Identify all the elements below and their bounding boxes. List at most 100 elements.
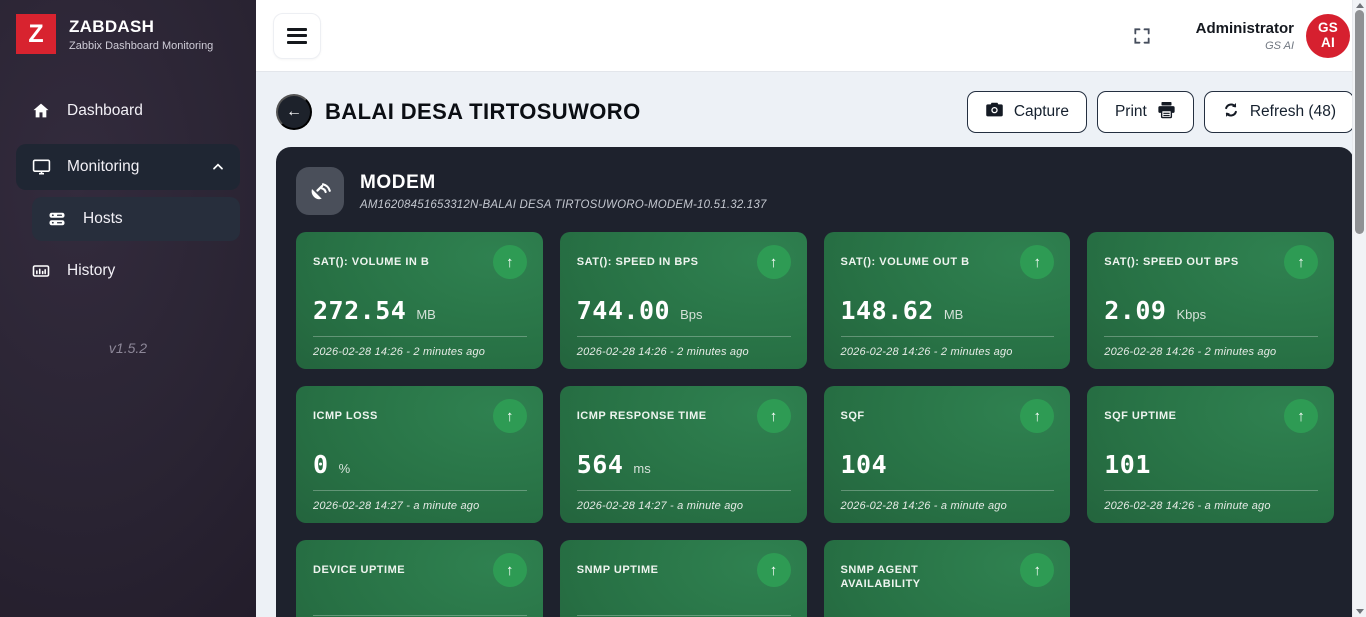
card-divider xyxy=(1104,336,1318,337)
satellite-dish-icon xyxy=(296,167,344,215)
metric-value: 104 xyxy=(840,450,888,479)
camera-icon xyxy=(985,101,1004,123)
metric-card: SAT(): VOLUME OUT B ↑ 148.62 MB 2026-02-… xyxy=(823,232,1071,369)
card-divider xyxy=(840,490,1055,491)
modem-panel: MODEM AM16208451653312N-BALAI DESA TIRTO… xyxy=(276,147,1354,617)
metric-card: SQF ↑ 104 2026-02-28 14:26 - a minute ag… xyxy=(823,386,1071,523)
monitor-icon xyxy=(30,157,52,177)
print-button[interactable]: Print xyxy=(1096,91,1194,133)
sidebar: Z ZABDASH Zabbix Dashboard Monitoring Da… xyxy=(0,0,256,617)
sidebar-item-history[interactable]: History xyxy=(16,250,240,292)
metric-value: 272.54 xyxy=(313,296,407,325)
trend-up-icon: ↑ xyxy=(756,553,791,587)
metric-label: SAT(): SPEED IN BPS xyxy=(576,256,699,268)
trend-up-icon: ↑ xyxy=(1020,245,1055,279)
avatar[interactable]: GS AI xyxy=(1306,13,1350,58)
scrollbar-thumb[interactable] xyxy=(1355,10,1364,234)
sidebar-item-monitoring[interactable]: Monitoring xyxy=(16,144,240,190)
metric-value: 744.00 xyxy=(576,296,671,325)
server-icon xyxy=(46,209,68,229)
metric-timestamp: 2026-02-28 14:27 - a minute ago xyxy=(313,500,480,512)
trend-up-icon: ↑ xyxy=(756,399,791,433)
history-chart-icon xyxy=(30,261,52,281)
brand: Z ZABDASH Zabbix Dashboard Monitoring xyxy=(0,0,256,64)
user-role: GS AI xyxy=(1265,39,1294,52)
metric-label: SAT(): SPEED OUT BPS xyxy=(1104,256,1239,268)
sidebar-item-label: Hosts xyxy=(83,210,123,227)
metric-card: ICMP RESPONSE TIME ↑ 564 ms 2026-02-28 1… xyxy=(559,386,807,523)
card-divider xyxy=(1104,490,1318,491)
metric-value: 0 xyxy=(313,450,329,479)
card-divider xyxy=(313,490,527,491)
printer-icon xyxy=(1157,101,1176,124)
app-window: Z ZABDASH Zabbix Dashboard Monitoring Da… xyxy=(0,0,1366,617)
sidebar-item-label: History xyxy=(67,262,116,279)
page-title: BALAI DESA TIRTOSUWORO xyxy=(325,99,641,124)
metric-timestamp: 2026-02-28 14:26 - 2 minutes ago xyxy=(313,346,486,358)
metric-label: SQF UPTIME xyxy=(1104,410,1177,422)
action-buttons: Capture Print Refresh (48) xyxy=(966,91,1354,133)
trend-up-icon: ↑ xyxy=(492,553,527,587)
app-logo: Z xyxy=(16,14,56,54)
capture-button[interactable]: Capture xyxy=(966,91,1087,133)
user-name: Administrator xyxy=(1195,19,1294,37)
metric-unit: Kbps xyxy=(1176,307,1207,322)
card-divider xyxy=(313,336,527,337)
back-button[interactable]: ← xyxy=(276,94,312,130)
home-icon xyxy=(30,101,52,121)
modem-panel-header: MODEM AM16208451653312N-BALAI DESA TIRTO… xyxy=(296,167,1334,215)
user-info: Administrator GS AI xyxy=(1196,20,1294,52)
metric-card: ICMP LOSS ↑ 0 % 2026-02-28 14:27 - a min… xyxy=(296,386,543,523)
sidebar-item-hosts[interactable]: Hosts xyxy=(32,197,240,241)
metric-timestamp: 2026-02-28 14:26 - 2 minutes ago xyxy=(1104,346,1277,358)
metric-value: 101 xyxy=(1104,450,1151,479)
sidebar-item-label: Dashboard xyxy=(67,102,143,119)
scroll-down-arrow-icon[interactable] xyxy=(1356,609,1364,614)
metric-label: SQF xyxy=(840,410,865,422)
vertical-scrollbar[interactable] xyxy=(1352,0,1366,617)
trend-up-icon: ↑ xyxy=(492,245,527,279)
metric-label: SAT(): VOLUME IN B xyxy=(313,256,430,268)
trend-up-icon: ↑ xyxy=(756,245,791,279)
metric-card: SAT(): SPEED IN BPS ↑ 744.00 Bps 2026-02… xyxy=(559,232,807,369)
refresh-button[interactable]: Refresh (48) xyxy=(1203,91,1354,133)
metric-timestamp: 2026-02-28 14:27 - a minute ago xyxy=(576,500,744,512)
card-divider xyxy=(576,615,791,616)
metric-card: SQF UPTIME ↑ 101 2026-02-28 14:26 - a mi… xyxy=(1087,386,1334,523)
sidebar-toggle-button[interactable] xyxy=(273,12,321,59)
sidebar-item-label: Monitoring xyxy=(67,158,140,175)
metric-unit: Bps xyxy=(680,307,703,322)
card-divider xyxy=(840,336,1055,337)
trend-up-icon: ↑ xyxy=(1020,399,1055,433)
sidebar-item-dashboard[interactable]: Dashboard xyxy=(16,90,240,132)
metric-label: SAT(): VOLUME OUT B xyxy=(840,256,970,268)
fullscreen-icon[interactable] xyxy=(1132,26,1152,46)
card-divider xyxy=(576,490,791,491)
refresh-icon xyxy=(1222,101,1240,124)
metric-unit: ms xyxy=(633,461,651,476)
sidebar-nav: Dashboard Monitoring Hosts History xyxy=(0,90,256,292)
scroll-up-arrow-icon[interactable] xyxy=(1356,3,1364,8)
trend-up-icon: ↑ xyxy=(1284,399,1318,433)
metric-label: SNMP UPTIME xyxy=(576,564,659,576)
hamburger-icon xyxy=(287,27,307,31)
page-title-row: ← BALAI DESA TIRTOSUWORO Capture Print R… xyxy=(276,90,1354,134)
app-version: v1.5.2 xyxy=(108,340,148,356)
card-divider xyxy=(313,615,527,616)
metric-timestamp: 2026-02-28 14:26 - a minute ago xyxy=(840,500,1007,512)
metric-unit: % xyxy=(338,461,351,476)
metric-card: DEVICE UPTIME ↑ xyxy=(296,540,543,617)
arrow-left-icon: ← xyxy=(286,103,302,120)
metric-value: 564 xyxy=(576,450,624,479)
metric-timestamp: 2026-02-28 14:26 - 2 minutes ago xyxy=(576,346,749,358)
metric-card: SNMP AGENT AVAILABILITY ↑ xyxy=(823,540,1071,617)
metric-timestamp: 2026-02-28 14:26 - a minute ago xyxy=(1104,500,1271,512)
main-area: Administrator GS AI GS AI ← BALAI DESA T… xyxy=(256,0,1366,617)
trend-up-icon: ↑ xyxy=(1284,245,1318,279)
app-name: ZABDASH xyxy=(69,16,155,36)
trend-up-icon: ↑ xyxy=(1020,553,1055,587)
metric-label: SNMP AGENT AVAILABILITY xyxy=(840,564,921,591)
user-area: Administrator GS AI GS AI xyxy=(1132,13,1350,58)
metric-grid: SAT(): VOLUME IN B ↑ 272.54 MB 2026-02-2… xyxy=(296,232,1334,617)
app-subtitle: Zabbix Dashboard Monitoring xyxy=(69,39,214,52)
